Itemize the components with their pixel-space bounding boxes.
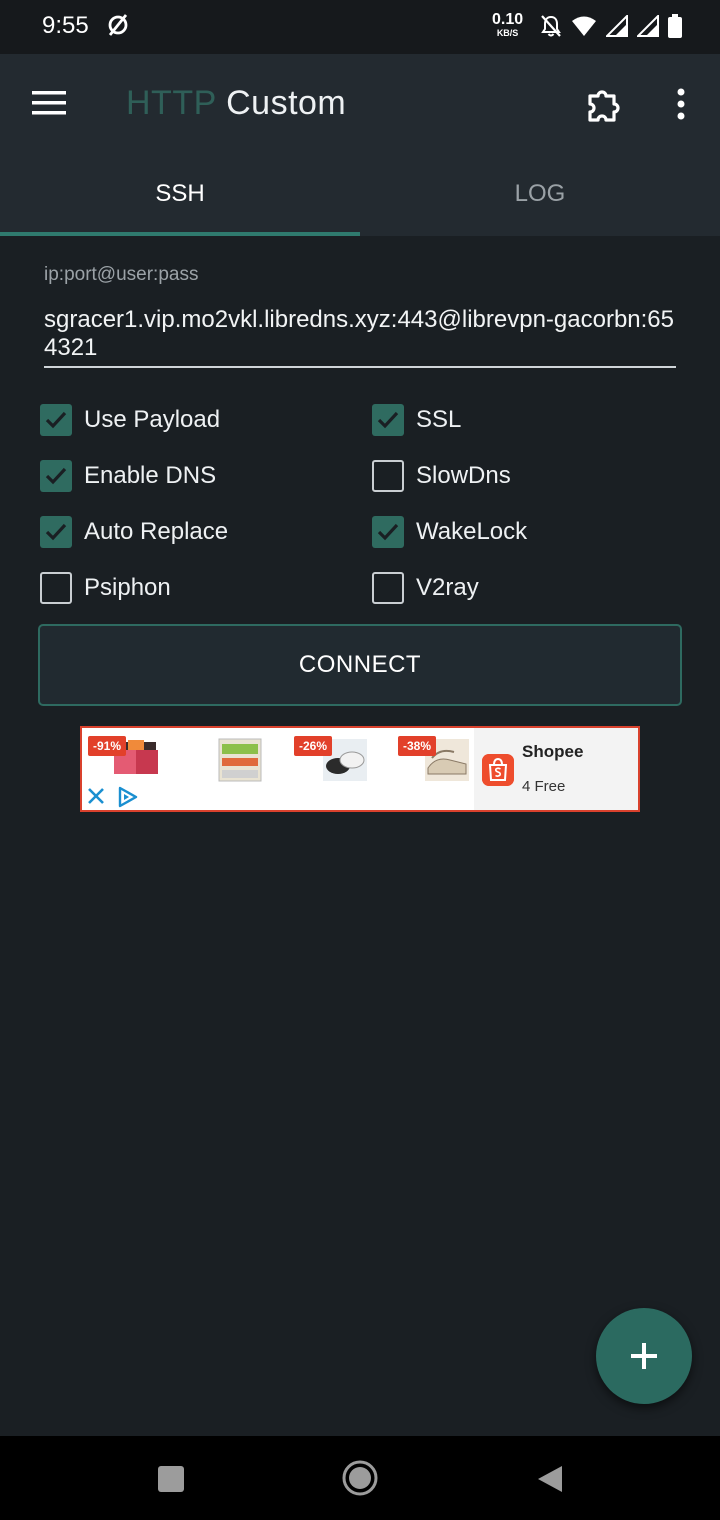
option-psiphon[interactable]: Psiphon — [40, 568, 171, 608]
system-nav-bar — [0, 1436, 720, 1520]
ad-discount-badge: -91% — [88, 736, 127, 756]
input-underline — [44, 366, 676, 368]
plus-icon — [631, 1343, 657, 1369]
option-label: SSL — [416, 406, 462, 433]
option-use-payload[interactable]: Use Payload — [40, 400, 220, 440]
home-icon[interactable] — [342, 1460, 378, 1496]
option-ssl[interactable]: SSL — [372, 400, 461, 440]
checkbox-checked-icon[interactable] — [40, 404, 72, 436]
option-label: Enable DNS — [84, 462, 217, 489]
ad-advertiser-name: Shopee — [522, 742, 584, 761]
checkbox-unchecked-icon[interactable] — [40, 572, 72, 604]
option-slowdns[interactable]: SlowDns — [372, 456, 511, 496]
ssh-field-label: ip:port@user:pass — [44, 264, 199, 285]
mute-bell-icon — [541, 15, 561, 37]
shopee-bag-icon — [482, 754, 514, 786]
ad-discount-badge: -38% — [398, 736, 437, 756]
ad-discount-badge: -26% — [294, 736, 333, 756]
more-vertical-icon[interactable] — [672, 88, 690, 120]
option-enable-dns[interactable]: Enable DNS — [40, 456, 216, 496]
puzzle-piece-icon[interactable] — [586, 86, 624, 124]
network-speed: 0.10 KB/S — [492, 12, 523, 38]
close-icon[interactable] — [86, 786, 106, 806]
checkbox-checked-icon[interactable] — [372, 404, 404, 436]
wifi-icon — [572, 16, 596, 36]
option-label: V2ray — [416, 574, 479, 601]
option-label: SlowDns — [416, 462, 511, 489]
option-label: Psiphon — [84, 574, 171, 601]
tab-bar: SSH LOG — [0, 152, 720, 236]
ad-banner[interactable]: -91% -26% -38% Shopee 4 Free — [80, 726, 640, 812]
tab-indicator — [0, 232, 360, 236]
option-label: WakeLock — [416, 518, 528, 545]
back-icon[interactable] — [536, 1464, 564, 1494]
ad-product-box-image[interactable] — [218, 738, 262, 782]
status-bar: 9:55 0.10 KB/S — [0, 0, 720, 54]
connect-button[interactable]: CONNECT — [38, 624, 682, 706]
tab-ssh[interactable]: SSH — [0, 152, 360, 236]
checkbox-checked-icon[interactable] — [40, 460, 72, 492]
ssh-account-input[interactable]: sgracer1.vip.mo2vkl.libredns.xyz:443@lib… — [44, 306, 680, 362]
option-wakelock[interactable]: WakeLock — [372, 512, 527, 552]
option-v2ray[interactable]: V2ray — [372, 568, 479, 608]
signal-icon — [637, 15, 659, 37]
checkbox-checked-icon[interactable] — [372, 516, 404, 548]
network-speed-value: 0.10 — [492, 11, 524, 28]
status-time: 9:55 — [42, 12, 89, 39]
app-title-custom: Custom — [226, 84, 347, 122]
tab-log[interactable]: LOG — [360, 152, 720, 236]
adchoices-icon[interactable] — [116, 786, 140, 808]
hamburger-menu-icon[interactable] — [30, 88, 68, 118]
checkbox-unchecked-icon[interactable] — [372, 572, 404, 604]
status-icons — [540, 14, 682, 38]
option-auto-replace[interactable]: Auto Replace — [40, 512, 228, 552]
network-speed-unit: KB/S — [496, 28, 519, 38]
option-label: Use Payload — [84, 406, 221, 433]
ad-subtitle: 4 Free — [522, 778, 566, 795]
option-label: Auto Replace — [84, 518, 229, 545]
app-bar: HTTP Custom — [0, 54, 720, 152]
signal-icon — [606, 15, 628, 37]
checkbox-checked-icon[interactable] — [40, 516, 72, 548]
app-title: HTTP Custom — [126, 84, 346, 123]
add-fab-button[interactable] — [596, 1308, 692, 1404]
no-sim-icon — [108, 14, 128, 36]
app-title-http: HTTP — [126, 84, 217, 122]
ad-advertiser-panel[interactable]: Shopee 4 Free — [474, 728, 638, 810]
recents-icon[interactable] — [158, 1466, 184, 1492]
checkbox-unchecked-icon[interactable] — [372, 460, 404, 492]
battery-icon — [668, 14, 682, 38]
